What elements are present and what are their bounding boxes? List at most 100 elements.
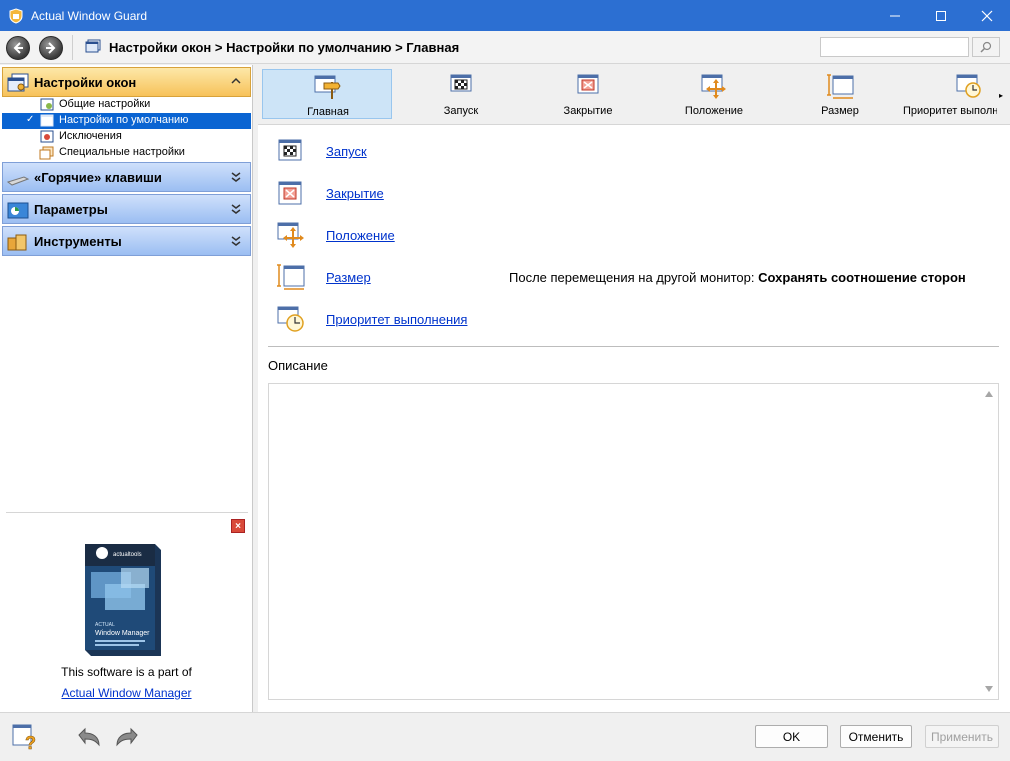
chevron-down-icon [231,172,241,182]
footer-bar: ? OK Отменить Применить [0,712,1010,761]
keyboard-icon [6,176,30,186]
svg-text:?: ? [25,733,36,751]
tab-main[interactable]: Главная [262,69,392,119]
navigation-bar: Настройки окон > Настройки по умолчанию … [0,31,1010,64]
close-link[interactable]: Закрытие [326,186,384,201]
sidebar-item-label: Общие настройки [59,98,151,110]
startup-flag-icon [450,74,472,92]
category-options[interactable]: Параметры [2,194,251,224]
window-settings-icon [85,39,101,53]
product-box-title-small: ACTUAL [95,622,115,628]
nav-divider [72,35,73,60]
section-divider [268,346,999,347]
minimize-button[interactable] [872,0,918,31]
close-icon [981,10,993,21]
product-box-title: Window Manager [95,630,150,637]
category-label: «Горячие» клавиши [34,170,162,185]
tab-scroll-right-icon[interactable]: ▸ [999,91,1003,100]
monitor-move-value: Сохранять соотношение сторон [758,270,966,285]
tab-startup[interactable]: Запуск [396,69,526,119]
description-text [269,384,998,396]
link-row-size: Размер После перемещения на другой монит… [276,263,996,293]
arrow-left-icon [13,42,23,54]
resize-icon [277,264,305,290]
redo-icon[interactable] [113,723,143,751]
default-settings-icon [40,114,54,127]
special-settings-icon [39,146,54,160]
close-window-icon [577,74,599,94]
undo-icon[interactable] [73,723,103,751]
exclusions-icon [40,130,54,143]
promo-divider [6,512,248,513]
chevron-down-icon [231,236,241,246]
link-row-close: Закрытие [276,179,996,209]
forward-button[interactable] [39,36,63,60]
tab-size[interactable]: Размер [775,69,905,119]
sidebar-item-general[interactable]: Общие настройки [2,97,251,113]
startup-link[interactable]: Запуск [326,144,367,159]
size-link[interactable]: Размер [326,270,371,285]
back-button[interactable] [6,36,30,60]
tab-label: Размер [821,105,859,117]
priority-clock-icon [277,306,304,332]
category-label: Настройки окон [34,75,137,90]
tab-strip: Главная Запуск Закрытие Положение Размер… [258,65,1010,125]
sidebar-item-special[interactable]: Специальные настройки [2,145,251,161]
main-sign-icon [314,75,341,99]
sidebar-item-exclusions[interactable]: Исключения [2,129,251,145]
ok-button[interactable]: OK [755,725,828,748]
promo-close-button[interactable]: × [231,519,245,533]
tab-label: Приоритет выполнения [903,105,997,117]
chevron-down-icon [231,204,241,214]
close-button[interactable] [964,0,1010,31]
help-icon[interactable]: ? [11,723,41,751]
resize-icon [827,74,854,99]
startup-flag-icon [278,139,302,161]
product-link[interactable]: Actual Window Manager [0,686,253,700]
general-settings-icon [40,98,54,111]
maximize-button[interactable] [918,0,964,31]
close-window-icon [278,181,302,205]
position-link[interactable]: Положение [326,228,395,243]
description-box[interactable] [268,383,999,700]
category-label: Параметры [34,202,108,217]
sidebar-item-label: Настройки по умолчанию [59,114,189,126]
category-tools[interactable]: Инструменты [2,226,251,256]
priority-link[interactable]: Приоритет выполнения [326,312,467,327]
window-title: Actual Window Guard [31,9,148,23]
promo-text: This software is a part of [61,665,192,679]
monitor-move-setting: После перемещения на другой монитор: Сох… [509,270,966,285]
tab-label: Положение [684,105,744,117]
search-input[interactable] [820,37,969,57]
tab-priority[interactable]: Приоритет выполнения [903,69,997,119]
maximize-icon [936,10,946,21]
chevron-up-icon [231,77,241,84]
category-label: Инструменты [34,234,122,249]
priority-clock-icon [956,74,981,98]
apply-button[interactable]: Применить [925,725,999,748]
tab-position[interactable]: Положение [649,69,779,119]
options-icon [7,202,29,219]
search-icon [980,41,992,53]
tools-icon [7,234,27,251]
scroll-down-icon[interactable] [985,686,993,692]
link-row-priority: Приоритет выполнения [276,305,996,335]
breadcrumb: Настройки окон > Настройки по умолчанию … [109,40,460,55]
category-hotkeys[interactable]: «Горячие» клавиши [2,162,251,192]
scroll-up-icon[interactable] [985,391,993,397]
description-label: Описание [268,358,328,373]
app-shield-icon [9,8,23,24]
window-settings-icon [7,73,29,92]
tab-label: Запуск [443,105,479,117]
cancel-button[interactable]: Отменить [840,725,912,748]
category-window-settings[interactable]: Настройки окон [2,67,251,97]
move-arrows-icon [701,74,726,99]
sidebar-item-defaults[interactable]: ✓ Настройки по умолчанию [2,113,251,129]
description-scrollbar[interactable] [981,384,998,699]
move-arrows-icon [277,222,304,248]
search-button[interactable] [972,37,1000,57]
link-row-startup: Запуск [276,137,996,167]
tab-close[interactable]: Закрытие [523,69,653,119]
close-icon: × [235,520,241,532]
link-row-position: Положение [276,221,996,251]
